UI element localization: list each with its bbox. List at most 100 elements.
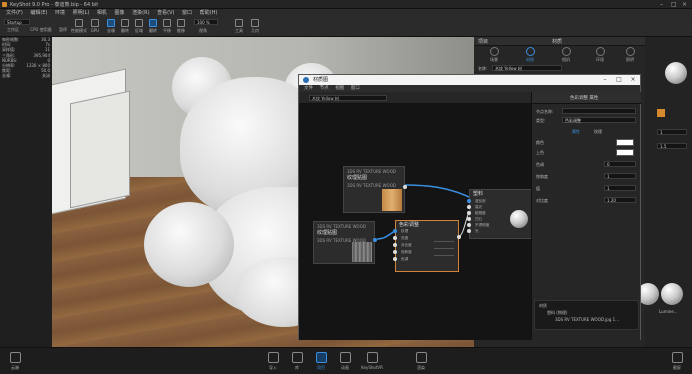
graph-maximize-icon[interactable]: □ bbox=[612, 75, 626, 85]
texture-node-top[interactable]: 3DS RV TEXTURE WOOD 纹理贴图 3DS RV TEXTURE … bbox=[343, 166, 407, 213]
tumble-button[interactable]: 翻转 bbox=[146, 19, 160, 34]
saturation-field[interactable]: 1 bbox=[604, 173, 636, 179]
import-button[interactable]: 导入 bbox=[262, 352, 284, 371]
properties-tab-bar: 色彩调整 属性 bbox=[532, 92, 641, 104]
menu-camera[interactable]: 相机 bbox=[97, 9, 107, 17]
input-port[interactable] bbox=[393, 243, 397, 247]
menu-edit[interactable]: 编辑(E) bbox=[30, 9, 47, 17]
menu-window[interactable]: 窗口 bbox=[182, 9, 192, 17]
animation-button[interactable]: 动画 bbox=[334, 352, 356, 371]
menu-help[interactable]: 帮助(H) bbox=[200, 9, 218, 17]
color-swatch-white[interactable] bbox=[616, 139, 634, 146]
pause-button[interactable]: 暂停 bbox=[56, 27, 70, 33]
tree-item[interactable]: 塑料 (物理) bbox=[547, 310, 567, 316]
mini-slider[interactable] bbox=[434, 241, 454, 242]
mini-slider[interactable] bbox=[434, 248, 454, 249]
graph-menu-node[interactable]: 节点 bbox=[320, 85, 329, 92]
workspace-button[interactable]: 工作区 bbox=[2, 27, 24, 33]
close-icon[interactable]: × bbox=[682, 1, 687, 8]
output-port[interactable] bbox=[373, 238, 377, 242]
material-preview-sphere[interactable] bbox=[665, 62, 687, 84]
render-button[interactable]: 渲染 bbox=[410, 352, 432, 371]
minimize-icon[interactable]: – bbox=[660, 1, 663, 8]
graph-menu-file[interactable]: 文件 bbox=[304, 85, 313, 92]
denoise-button[interactable]: 去噪 bbox=[104, 19, 118, 34]
menu-image[interactable]: 图像 bbox=[115, 9, 125, 17]
prop-label: 颜色 bbox=[536, 140, 544, 145]
project-button[interactable]: 项目 bbox=[310, 352, 332, 371]
graph-close-icon[interactable]: × bbox=[626, 75, 640, 85]
dolly-button[interactable]: 推移 bbox=[174, 19, 188, 34]
output-port[interactable] bbox=[457, 235, 461, 239]
tint-swatch-white[interactable] bbox=[616, 149, 634, 156]
keyshotvr-button[interactable]: KeyShotVR bbox=[358, 352, 386, 370]
input-port[interactable] bbox=[393, 236, 397, 240]
flip-button[interactable]: 翻转 bbox=[118, 19, 132, 34]
graph-menu-window[interactable]: 窗口 bbox=[351, 85, 360, 92]
texture-node-bottom[interactable]: 3DS RV TEXTURE WOOD 纹理贴图 3DS RV TEXTURE … bbox=[313, 221, 377, 264]
color-swatch[interactable] bbox=[657, 109, 665, 117]
input-port[interactable] bbox=[467, 217, 471, 221]
tab-label: 场景 bbox=[490, 57, 498, 62]
type-field[interactable]: 色彩调整 bbox=[562, 117, 636, 123]
material-node[interactable]: 塑料 漫反射 高光 粗糙度 凹凸 不透明度 光 bbox=[467, 189, 531, 239]
menu-view[interactable]: 查看(V) bbox=[157, 9, 174, 17]
cpu-button[interactable]: CPU 使用量 bbox=[26, 27, 56, 33]
tab-camera[interactable]: 相机 bbox=[554, 47, 578, 63]
input-port[interactable] bbox=[393, 229, 397, 233]
input-port[interactable] bbox=[467, 211, 471, 215]
cloud-button[interactable]: 云端 bbox=[4, 352, 26, 371]
graph-minimize-icon[interactable]: – bbox=[598, 75, 612, 85]
value-field[interactable]: 1 bbox=[604, 185, 636, 191]
menu-lighting[interactable]: 照明(L) bbox=[73, 9, 90, 17]
menu-file[interactable]: 文件(F) bbox=[6, 9, 23, 17]
workspace-dropdown[interactable]: Startup bbox=[4, 19, 30, 25]
tree-item[interactable]: 3DS RV TEXTURE WOOD.jpg 1... bbox=[555, 317, 619, 322]
region-button[interactable]: 区域 bbox=[132, 19, 146, 34]
geometry-button[interactable]: 几何 bbox=[248, 19, 262, 34]
performance-button[interactable]: 性能模式 bbox=[70, 19, 88, 34]
contrast-field[interactable]: 1.20 bbox=[604, 197, 636, 203]
maximize-icon[interactable]: □ bbox=[671, 1, 677, 8]
hue-field[interactable]: 0 bbox=[604, 161, 636, 167]
input-port[interactable] bbox=[393, 257, 397, 261]
pan-button[interactable]: 平移 bbox=[160, 19, 174, 34]
node-name-field[interactable] bbox=[562, 108, 636, 114]
color-adjust-node[interactable]: 色彩调整 纹理 亮度 对比度 饱和度 色调 bbox=[393, 220, 461, 272]
subtab-properties[interactable]: 属性 bbox=[572, 129, 580, 135]
cloud-label: 云端 bbox=[11, 365, 19, 370]
tab-scene[interactable]: 场景 bbox=[482, 47, 506, 63]
tab-lighting[interactable]: 照明 bbox=[618, 47, 642, 63]
material-name-field[interactable]: 木纹 Yellow 材 bbox=[492, 65, 562, 71]
tools-button[interactable]: 工具 bbox=[232, 19, 246, 34]
screenshot-button[interactable]: 截屏 bbox=[666, 352, 688, 371]
properties-tab[interactable]: 色彩调整 属性 bbox=[570, 95, 598, 101]
port-label: 亮度 bbox=[401, 236, 409, 240]
input-port[interactable] bbox=[393, 250, 397, 254]
input-port[interactable] bbox=[467, 205, 471, 209]
input-port[interactable] bbox=[467, 223, 471, 227]
tree-item[interactable]: 材质 bbox=[539, 303, 547, 309]
tab-label: 环境 bbox=[596, 57, 604, 62]
import-label: 导入 bbox=[269, 365, 277, 370]
tab-material[interactable]: 材质 bbox=[518, 47, 542, 63]
perspective-button[interactable]: 视角 bbox=[196, 28, 210, 34]
input-port[interactable] bbox=[467, 229, 471, 233]
graph-menu-view[interactable]: 视图 bbox=[335, 85, 344, 92]
output-port[interactable] bbox=[403, 185, 407, 189]
subtab-texture[interactable]: 纹理 bbox=[594, 129, 602, 135]
library-button[interactable]: 库 bbox=[286, 352, 308, 371]
graph-material-field[interactable]: 木纹 Yellow 材 bbox=[309, 95, 387, 101]
zoom-field[interactable]: 100 % bbox=[194, 19, 218, 25]
value-field[interactable]: 1.5 bbox=[657, 143, 687, 149]
value-field[interactable]: 1 bbox=[657, 129, 687, 135]
library-material-thumb[interactable] bbox=[661, 283, 683, 305]
tab-environment[interactable]: 环境 bbox=[588, 47, 612, 63]
menu-render[interactable]: 渲染(R) bbox=[132, 9, 149, 17]
gpu-button[interactable]: GPU bbox=[88, 19, 102, 33]
input-port[interactable] bbox=[467, 199, 471, 203]
bottom-bar: 云端 导入 库 项目 动画 KeyShotVR 渲染 截屏 bbox=[0, 347, 692, 374]
mini-slider[interactable] bbox=[434, 255, 454, 256]
graph-canvas[interactable]: 3DS RV TEXTURE WOOD 纹理贴图 3DS RV TEXTURE … bbox=[299, 104, 531, 340]
menu-env[interactable]: 环境 bbox=[55, 9, 65, 17]
